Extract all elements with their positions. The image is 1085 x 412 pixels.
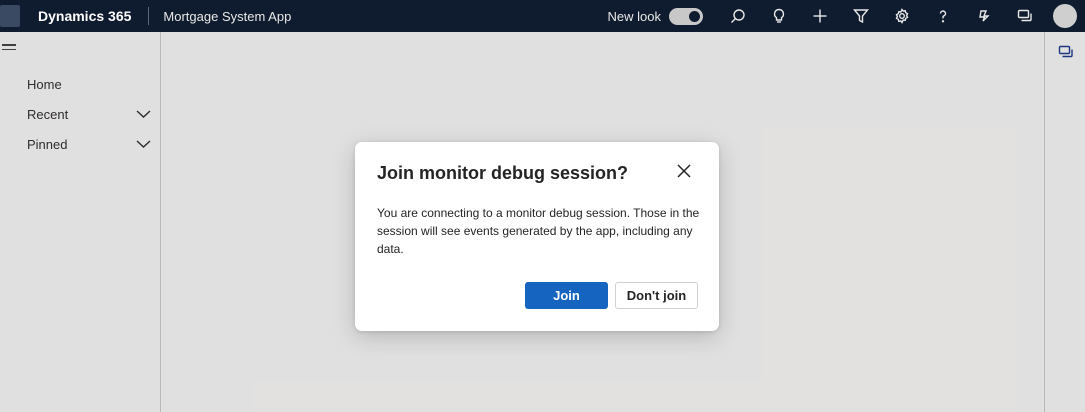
dialog-title: Join monitor debug session?: [377, 163, 629, 183]
toggle-knob: [689, 10, 700, 22]
lightbulb-icon[interactable]: [758, 0, 799, 32]
new-look-label: New look: [607, 8, 661, 24]
top-bar-actions: New look: [608, 0, 1085, 32]
join-debug-dialog: Join monitor debug session? You are conn…: [355, 142, 719, 331]
avatar[interactable]: [1053, 4, 1077, 28]
plus-icon[interactable]: [799, 0, 840, 32]
help-icon[interactable]: [922, 0, 963, 32]
copilot-icon[interactable]: [963, 0, 1004, 32]
dont-join-button[interactable]: Don't join: [615, 282, 698, 309]
new-look-toggle[interactable]: [669, 7, 703, 25]
filter-icon[interactable]: [840, 0, 881, 32]
divider: [148, 7, 150, 25]
app-window: Dynamics 365 Mortgage System App New loo…: [0, 0, 1085, 412]
search-icon[interactable]: [717, 0, 758, 32]
close-icon[interactable]: [677, 164, 695, 182]
join-button[interactable]: Join: [525, 282, 608, 309]
dialog-body: You are connecting to a monitor debug se…: [377, 206, 700, 256]
chat-icon[interactable]: [1004, 0, 1045, 32]
brand-title[interactable]: Dynamics 365: [38, 8, 131, 24]
app-name[interactable]: Mortgage System App: [163, 9, 291, 24]
app-launcher-icon[interactable]: [0, 5, 20, 27]
gear-icon[interactable]: [881, 0, 922, 32]
top-bar: Dynamics 365 Mortgage System App New loo…: [0, 0, 1085, 32]
